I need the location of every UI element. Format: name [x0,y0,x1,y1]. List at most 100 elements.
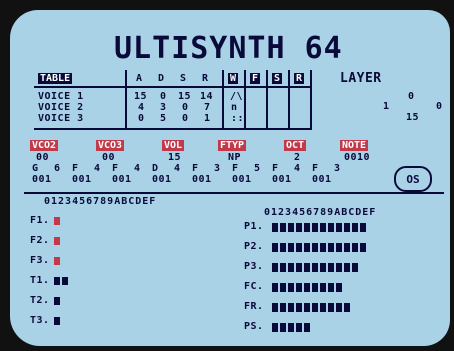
pattern-row-label: F2. [30,235,50,246]
voice-2-release[interactable]: 7 [204,103,211,113]
bar-segment [320,283,326,292]
pattern-bar[interactable] [272,263,358,272]
bar-segment [328,303,334,312]
note-value[interactable]: 001 [312,175,332,185]
note-sub: 5 [254,163,261,174]
pattern-bar[interactable] [272,243,366,252]
header-s: S [180,73,187,84]
oct-value[interactable]: 2 [294,153,301,163]
red-marker[interactable] [54,257,60,265]
table-divider [310,70,312,130]
note-sub: 6 [54,163,61,174]
header-a: A [136,73,143,84]
bar-segment [296,263,302,272]
layer-value-3: 0 [436,101,443,112]
voice-1-decay[interactable]: 0 [160,92,167,102]
table-bottom-rule [34,128,312,130]
ftyp-value[interactable]: NP [228,153,241,163]
table-label: TABLE [38,73,73,84]
note-value[interactable]: 001 [112,175,132,185]
note-value[interactable]: 001 [152,175,172,185]
vco2-value[interactable]: 00 [36,153,49,163]
voice-2-label[interactable]: VOICE 2 [38,103,84,113]
bar-segment [320,243,326,252]
voice-1-sustain[interactable]: 15 [178,92,191,102]
bar-segment [288,243,294,252]
header-r: R [202,73,209,84]
red-marker[interactable] [54,237,60,245]
vco3-label[interactable]: VCO3 [96,140,125,151]
note-value[interactable]: 001 [72,175,92,185]
note-value[interactable]: 001 [192,175,212,185]
voice-2-decay[interactable]: 3 [160,103,167,113]
voice-2-sustain[interactable]: 0 [182,103,189,113]
pattern-bar[interactable] [272,283,342,292]
bar-segment [304,243,310,252]
voice-1-release[interactable]: 14 [200,92,213,102]
vol-label[interactable]: VOL [162,140,185,151]
oct-label[interactable]: OCT [284,140,307,151]
layer-value-1: 0 [408,91,415,102]
vol-value[interactable]: 15 [168,153,181,163]
voice-3-sustain[interactable]: 0 [182,114,189,124]
bar-segment [312,283,318,292]
table-divider [288,70,290,130]
voice-3-attack[interactable]: 0 [138,114,145,124]
bar-segment [352,223,358,232]
bar-segment [344,303,350,312]
right-scale: 0123456789ABCDEF [264,207,377,218]
vco2-label[interactable]: VCO2 [30,140,59,151]
bar-segment [336,243,342,252]
note-sub: 3 [214,163,221,174]
bar-segment [304,223,310,232]
bar-segment [280,283,286,292]
voice-1-label[interactable]: VOICE 1 [38,92,84,102]
pattern-bar[interactable] [272,303,350,312]
bar-segment [328,283,334,292]
pattern-row-label: PS. [244,321,264,332]
bar-segment [344,223,350,232]
header-f: F [250,73,261,84]
note-value[interactable]: 001 [272,175,292,185]
bar-segment [296,323,302,332]
layer-value-2: 1 [383,101,390,112]
voice-2-wave-icon[interactable]: n [231,103,238,113]
note-label[interactable]: NOTE [340,140,369,151]
voice-2-attack[interactable]: 4 [138,103,145,113]
blue-marker[interactable] [54,277,60,285]
note-top: F [232,163,239,174]
voice-1-attack[interactable]: 15 [134,92,147,102]
bar-segment [272,263,278,272]
note-value[interactable]: 0010 [344,153,370,163]
bar-segment [304,283,310,292]
note-value[interactable]: 001 [232,175,252,185]
os-label: OS [406,172,420,186]
bar-segment [280,323,286,332]
red-marker[interactable] [54,217,60,225]
voice-3-wave-icon[interactable]: :: [231,114,244,124]
header-r2: R [294,73,305,84]
table-divider [266,70,268,130]
bar-segment [304,303,310,312]
blue-marker[interactable] [54,297,60,305]
voice-3-release[interactable]: 1 [204,114,211,124]
voice-1-wave-icon[interactable]: /\ [230,92,243,102]
pattern-bar[interactable] [272,223,366,232]
note-sub: 4 [294,163,301,174]
bar-segment [304,323,310,332]
header-w: W [228,73,239,84]
vco3-value[interactable]: 00 [102,153,115,163]
bar-segment [280,243,286,252]
pattern-bar[interactable] [272,323,310,332]
bar-segment [280,303,286,312]
voice-3-label[interactable]: VOICE 3 [38,114,84,124]
ftyp-label[interactable]: FTYP [218,140,247,151]
table-top-rule [34,86,312,88]
pattern-row-label: T3. [30,315,50,326]
blue-marker[interactable] [54,317,60,325]
blue-marker[interactable] [62,277,68,285]
voice-3-decay[interactable]: 5 [160,114,167,124]
os-button[interactable]: OS [394,166,432,192]
note-value[interactable]: 001 [32,175,52,185]
pattern-row-label: P3. [244,261,264,272]
